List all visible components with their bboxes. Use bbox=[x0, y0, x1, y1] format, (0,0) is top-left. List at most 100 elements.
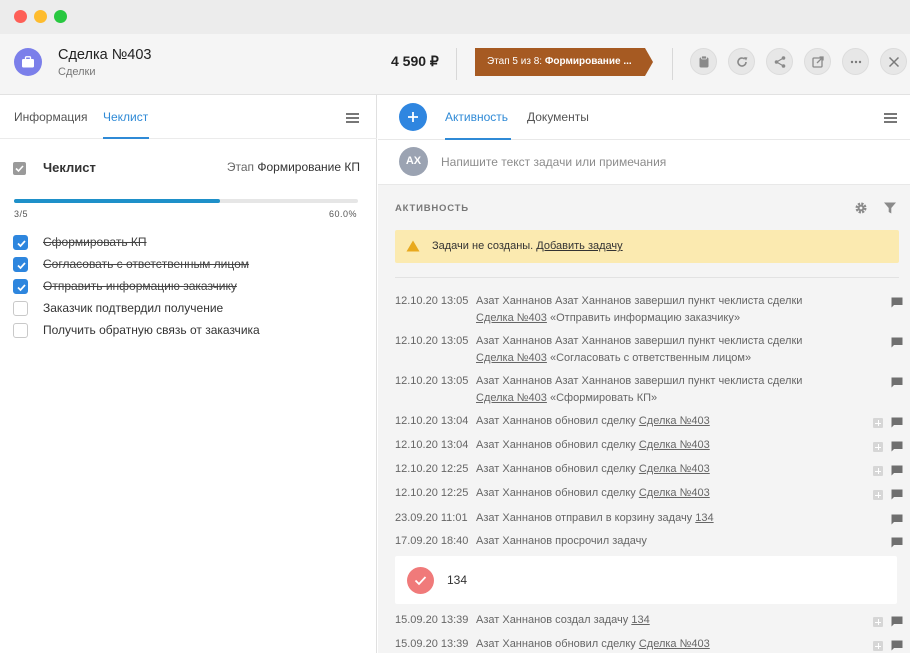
window-close-button[interactable] bbox=[14, 10, 27, 23]
checklist-checkbox[interactable] bbox=[13, 279, 28, 294]
tab-activity[interactable]: Активность bbox=[445, 110, 508, 124]
tab-documents[interactable]: Документы bbox=[527, 110, 589, 124]
deal-link[interactable]: Сделка №403 bbox=[639, 638, 710, 650]
activity-date: 12.10.20 13:05 bbox=[395, 375, 469, 387]
activity-date: 12.10.20 13:05 bbox=[395, 335, 469, 347]
header-divider bbox=[456, 48, 457, 80]
deal-pipeline[interactable]: Сделки bbox=[58, 66, 96, 78]
expand-icon[interactable] bbox=[873, 418, 883, 428]
add-button[interactable] bbox=[399, 103, 427, 131]
stage-label: Этап 5 из 8: Формирование ... bbox=[487, 56, 632, 67]
app-window: Сделка №403 Сделки 4 590 ₽ Этап 5 из 8: … bbox=[0, 0, 910, 653]
deal-link[interactable]: Сделка №403 bbox=[639, 415, 710, 427]
checklist-percent: 60.0% bbox=[328, 209, 357, 219]
deal-link[interactable]: Сделка №403 bbox=[639, 439, 710, 451]
task-note-input[interactable] bbox=[441, 153, 881, 171]
deal-link[interactable]: 134 bbox=[695, 512, 713, 524]
expand-icon[interactable] bbox=[873, 442, 883, 452]
activity-row: 12.10.20 13:05 Азат Ханнанов Азат Ханнано… bbox=[395, 375, 903, 409]
checklist-icon bbox=[13, 162, 26, 175]
activity-text: Азат Ханнанов Азат Ханнанов завершил пун… bbox=[476, 335, 803, 364]
checklist-title: Чеклист bbox=[43, 160, 96, 175]
comment-icon[interactable] bbox=[891, 465, 903, 476]
deal-link[interactable]: 134 bbox=[631, 614, 649, 626]
task-card[interactable]: 134 bbox=[395, 556, 897, 604]
checklist-checkbox[interactable] bbox=[13, 257, 28, 272]
activity-date: 12.10.20 12:25 bbox=[395, 487, 469, 499]
comment-icon[interactable] bbox=[891, 537, 903, 548]
activity-row: 12.10.20 13:05 Азат Ханнанов Азат Ханнано… bbox=[395, 295, 903, 329]
share-button[interactable] bbox=[766, 48, 793, 75]
comment-icon[interactable] bbox=[891, 441, 903, 452]
clipboard-icon bbox=[699, 55, 709, 68]
checklist-item: Сформировать КП bbox=[13, 234, 353, 252]
more-icon bbox=[850, 60, 862, 64]
deal-link[interactable]: Сделка №403 bbox=[476, 312, 547, 324]
checklist-checkbox[interactable] bbox=[13, 323, 28, 338]
tab-checklist[interactable]: Чеклист bbox=[103, 110, 148, 124]
deal-link[interactable]: Сделка №403 bbox=[639, 463, 710, 475]
checklist-item-label: Заказчик подтвердил получение bbox=[43, 301, 224, 315]
hamburger-menu-icon[interactable] bbox=[884, 113, 897, 123]
deal-link[interactable]: Сделка №403 bbox=[476, 392, 547, 404]
comment-icon[interactable] bbox=[891, 417, 903, 428]
open-external-button[interactable] bbox=[804, 48, 831, 75]
comment-icon[interactable] bbox=[891, 640, 903, 651]
task-number: 134 bbox=[447, 573, 468, 587]
tab-information[interactable]: Информация bbox=[14, 110, 87, 124]
expand-icon[interactable] bbox=[873, 641, 883, 651]
close-button[interactable] bbox=[880, 48, 907, 75]
task-complete-button[interactable] bbox=[407, 567, 434, 594]
window-zoom-button[interactable] bbox=[54, 10, 67, 23]
comment-icon[interactable] bbox=[891, 377, 903, 388]
comment-icon[interactable] bbox=[891, 489, 903, 500]
deal-link[interactable]: Сделка №403 bbox=[476, 352, 547, 364]
right-tabs: Активность Документы bbox=[378, 95, 910, 140]
comment-icon[interactable] bbox=[891, 514, 903, 525]
activity-text: Азат Ханнанов обновил сделку Сделка №403 bbox=[476, 415, 710, 427]
expand-icon[interactable] bbox=[873, 490, 883, 500]
expand-icon[interactable] bbox=[873, 466, 883, 476]
activity-text: Азат Ханнанов Азат Ханнанов завершил пун… bbox=[476, 375, 803, 404]
checklist-item: Отправить информацию заказчику bbox=[13, 278, 353, 296]
activity-date: 12.10.20 13:04 bbox=[395, 439, 469, 451]
stage-selector[interactable]: Этап 5 из 8: Формирование ... bbox=[475, 48, 653, 76]
deal-title: Сделка №403 bbox=[58, 47, 152, 63]
checklist-item: Получить обратную связь от заказчика bbox=[13, 322, 353, 340]
left-panel: Информация Чеклист Чеклист Этап Формиров… bbox=[0, 95, 377, 653]
user-avatar: АХ bbox=[399, 147, 428, 176]
checklist-item-label: Получить обратную связь от заказчика bbox=[43, 323, 260, 337]
plus-icon bbox=[408, 112, 418, 122]
refresh-button[interactable] bbox=[728, 48, 755, 75]
comment-icon[interactable] bbox=[891, 337, 903, 348]
gear-icon[interactable] bbox=[854, 201, 868, 215]
checklist-checkbox[interactable] bbox=[13, 301, 28, 316]
header-divider bbox=[672, 48, 673, 80]
alert-message: Задачи не созданы. Добавить задачу bbox=[432, 240, 623, 252]
checklist-progress-bar bbox=[14, 199, 358, 203]
activity-heading: АКТИВНОСТЬ bbox=[395, 203, 469, 214]
hamburger-menu-icon[interactable] bbox=[346, 113, 359, 123]
clipboard-button[interactable] bbox=[690, 48, 717, 75]
checklist-checkbox[interactable] bbox=[13, 235, 28, 250]
deal-link[interactable]: Сделка №403 bbox=[639, 487, 710, 499]
filter-icon[interactable] bbox=[883, 201, 897, 215]
activity-text: Азат Ханнанов Азат Ханнанов завершил пун… bbox=[476, 295, 803, 324]
window-minimize-button[interactable] bbox=[34, 10, 47, 23]
activity-text: Азат Ханнанов обновил сделку Сделка №403 bbox=[476, 439, 710, 451]
activity-text: Азат Ханнанов обновил сделку Сделка №403 bbox=[476, 487, 710, 499]
active-tab-indicator bbox=[103, 137, 149, 139]
more-button[interactable] bbox=[842, 48, 869, 75]
activity-row: 15.09.20 13:39 Азат Ханнанов обновил сдел… bbox=[395, 638, 903, 653]
checklist-item-label: Отправить информацию заказчику bbox=[43, 279, 237, 293]
comment-icon[interactable] bbox=[891, 297, 903, 308]
activity-text: Азат Ханнанов просрочил задачу bbox=[476, 535, 647, 547]
task-composer: АХ bbox=[378, 140, 910, 185]
checklist-count: 3/5 bbox=[14, 209, 29, 219]
comment-icon[interactable] bbox=[891, 616, 903, 627]
activity-date: 23.09.20 11:01 bbox=[395, 512, 468, 524]
activity-date: 15.09.20 13:39 bbox=[395, 614, 469, 626]
refresh-icon bbox=[737, 57, 748, 67]
expand-icon[interactable] bbox=[873, 617, 883, 627]
add-task-link[interactable]: Добавить задачу bbox=[536, 240, 622, 252]
